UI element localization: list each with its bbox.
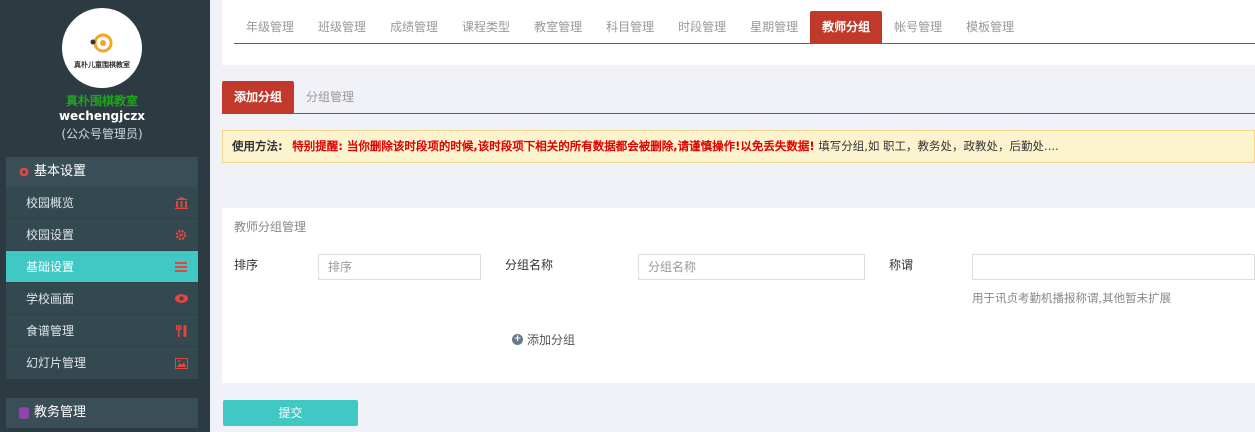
order-label: 排序 xyxy=(234,258,259,272)
sidebar-item-campus-overview[interactable]: 校园概览 xyxy=(6,187,198,219)
order-input[interactable] xyxy=(318,254,481,280)
tab-score-management[interactable]: 成绩管理 xyxy=(378,11,450,44)
sidebar-item-label: 校园设置 xyxy=(26,227,75,242)
title-input[interactable] xyxy=(972,254,1255,280)
list-icon xyxy=(174,260,188,274)
menu-group-basic-settings: 基本设置 校园概览 校园设置 基础设置 学校画面 食谱管理 幻灯片管理 xyxy=(6,157,198,379)
tab-template-management[interactable]: 模板管理 xyxy=(954,11,1026,44)
database-icon xyxy=(18,407,30,419)
image-icon xyxy=(174,356,188,370)
menu-head-label: 教务管理 xyxy=(34,405,87,420)
add-group-link[interactable]: + 添加分组 xyxy=(512,331,575,348)
menu-head-academic[interactable]: 教务管理 xyxy=(6,398,198,428)
teacher-group-form: 教师分组管理 排序 分组名称 称谓 用于讯贞考勤机播报称谓,其他暂未扩展 + 添… xyxy=(222,208,1255,383)
tab-classroom-management[interactable]: 教室管理 xyxy=(522,11,594,44)
tab-subject-management[interactable]: 科目管理 xyxy=(594,11,666,44)
tab-grade-management[interactable]: 年级管理 xyxy=(234,11,306,44)
notice-label: 使用方法: xyxy=(232,139,283,153)
title-hint: 用于讯贞考勤机播报称谓,其他暂未扩展 xyxy=(972,291,1172,305)
sidebar-item-slideshow-management[interactable]: 幻灯片管理 xyxy=(6,347,198,379)
sidebar-item-label: 基础设置 xyxy=(26,259,75,274)
user-role: (公众号管理员) xyxy=(61,127,143,141)
logo-caption: 真朴儿童围棋教室 xyxy=(74,61,130,69)
title-label: 称谓 xyxy=(889,258,914,272)
sidebar-item-campus-settings[interactable]: 校园设置 xyxy=(6,219,198,251)
notice-warning: 特别提醒: 当你删除该时段项的时候,该时段项下相关的所有数据都会被删除,请谨慎操… xyxy=(292,139,815,153)
school-logo: 真朴儿童围棋教室 xyxy=(62,8,142,88)
menu-group-academic: 教务管理 xyxy=(6,398,198,428)
sidebar-item-label: 校园概览 xyxy=(26,195,75,210)
sub-tab-bar: 添加分组 分组管理 xyxy=(222,81,1255,114)
menu-head-basic-settings[interactable]: 基本设置 xyxy=(6,157,198,187)
top-panel: 年级管理 班级管理 成绩管理 课程类型 教室管理 科目管理 时段管理 星期管理 … xyxy=(222,0,1255,65)
panel-title: 教师分组管理 xyxy=(234,220,307,234)
tab-weekday-management[interactable]: 星期管理 xyxy=(738,11,810,44)
sidebar: 真朴儿童围棋教室 真朴围棋教室 wechengjczx (公众号管理员) 基本设… xyxy=(0,0,210,432)
utensils-icon xyxy=(174,324,188,338)
eye-icon xyxy=(174,292,188,306)
sidebar-item-label: 食谱管理 xyxy=(26,323,75,338)
tab-course-type[interactable]: 课程类型 xyxy=(450,11,522,44)
add-group-label: 添加分组 xyxy=(527,333,576,347)
top-tab-bar: 年级管理 班级管理 成绩管理 课程类型 教室管理 科目管理 时段管理 星期管理 … xyxy=(234,11,1255,44)
tab-teacher-group[interactable]: 教师分组 xyxy=(810,11,883,44)
notice-tip: 填写分组,如 职工，教务处，政教处，后勤处.... xyxy=(818,139,1059,153)
cog-icon xyxy=(174,228,188,242)
sidebar-item-label: 学校画面 xyxy=(26,291,75,306)
sidebar-item-school-gallery[interactable]: 学校画面 xyxy=(6,283,198,315)
plus-circle-icon: + xyxy=(512,334,523,345)
bank-icon xyxy=(174,196,188,210)
group-name-input[interactable] xyxy=(638,254,865,280)
logo-icon xyxy=(89,32,115,54)
sidebar-item-recipe-management[interactable]: 食谱管理 xyxy=(6,315,198,347)
username: wechengjczx xyxy=(58,109,146,123)
submit-button[interactable]: 提交 xyxy=(223,400,358,426)
school-name: 真朴围棋教室 xyxy=(65,94,138,108)
tab-add-group[interactable]: 添加分组 xyxy=(222,81,295,114)
gear-icon xyxy=(18,166,30,178)
tab-timeslot-management[interactable]: 时段管理 xyxy=(666,11,738,44)
sidebar-item-basic-settings[interactable]: 基础设置 xyxy=(6,251,198,283)
tab-group-management[interactable]: 分组管理 xyxy=(294,81,366,114)
tab-account-management[interactable]: 帐号管理 xyxy=(882,11,954,44)
tab-class-management[interactable]: 班级管理 xyxy=(306,11,378,44)
usage-notice: 使用方法: 特别提醒: 当你删除该时段项的时候,该时段项下相关的所有数据都会被删… xyxy=(222,130,1255,163)
group-name-label: 分组名称 xyxy=(505,258,554,272)
sidebar-item-label: 幻灯片管理 xyxy=(26,356,87,370)
menu-head-label: 基本设置 xyxy=(34,164,87,179)
